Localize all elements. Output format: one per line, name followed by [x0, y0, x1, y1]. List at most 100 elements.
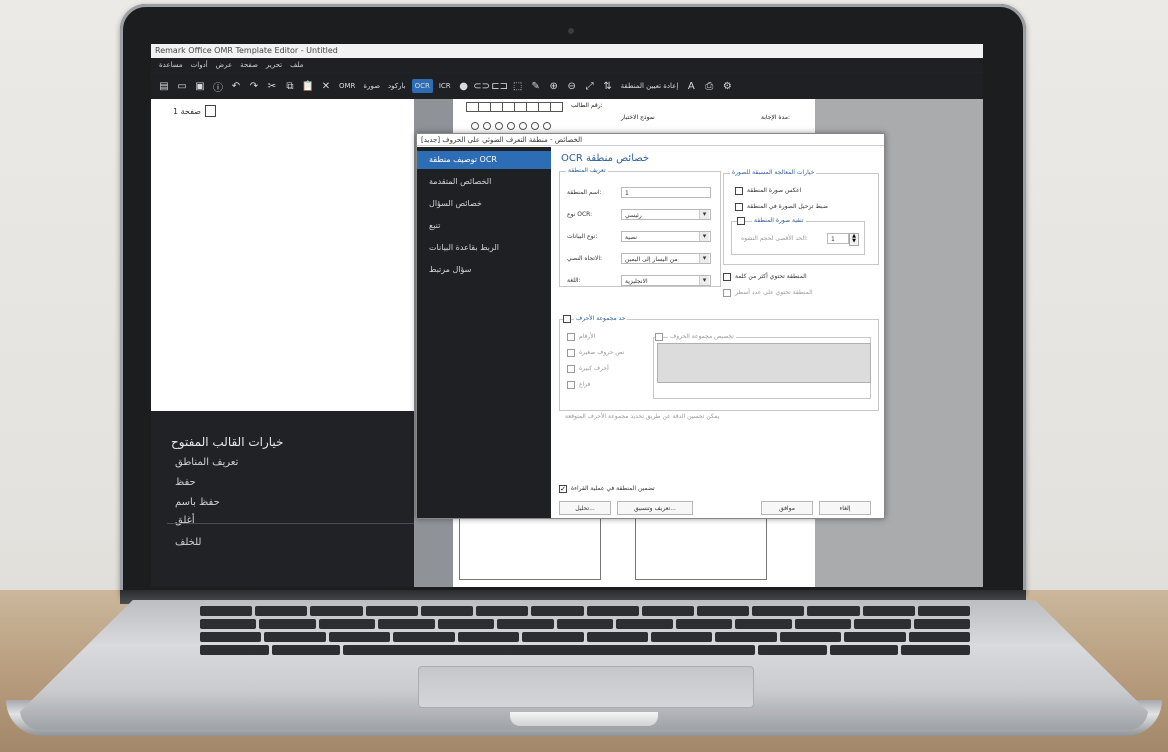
image-group-label: خيارات المعالجة المسبقة للصورة	[730, 169, 817, 176]
answer-box-left	[459, 518, 601, 580]
fit-icon[interactable]: ⤢	[583, 79, 597, 93]
multi-line-checkbox[interactable]	[723, 289, 731, 297]
menu-tools[interactable]: أدوات	[191, 58, 208, 72]
template-options-panel: خيارات القالب المفتوح تعريف المناطق حفظ …	[151, 411, 449, 587]
max-size-label: الحد الأقصى لحجم التشوه:	[741, 235, 808, 242]
sidebar-item-tracking[interactable]: تنبع	[417, 217, 551, 235]
tree-page-label: صفحة 1	[173, 106, 201, 116]
paste-icon[interactable]: 📋	[301, 79, 315, 93]
sidebar-item-database[interactable]: الربط بقاعدة البيانات	[417, 239, 551, 257]
sidebar-item-ocr-region[interactable]: توصيف منطقة OCR	[417, 151, 551, 169]
unlink-icon[interactable]: ⊏⊐	[491, 79, 508, 93]
trackpad	[418, 666, 754, 708]
omr-tool-button[interactable]: OMR	[337, 82, 357, 90]
menu-page[interactable]: صفحة	[240, 58, 258, 72]
region-group-label: تعريف المنطقة	[566, 167, 608, 174]
invert-image-checkbox[interactable]	[735, 187, 743, 195]
camera-icon	[568, 28, 574, 34]
zoom-in-icon[interactable]: ⊕	[547, 79, 561, 93]
close-link[interactable]: أغلق	[175, 515, 195, 526]
toolbar: ▤ ▭ ▣ ⓘ ↶ ↷ ✂ ⧉ 📋 ✕ OMR صورة باركود OCR …	[151, 73, 983, 99]
save-link[interactable]: حفظ	[175, 477, 196, 488]
region-name-label: اسم المنطقة:	[567, 189, 602, 196]
space-checkbox[interactable]	[567, 381, 575, 389]
ok-button[interactable]: موافق	[761, 501, 813, 515]
multi-word-checkbox[interactable]	[723, 273, 731, 281]
deskew-image-label: ضبط ترحيل الصورة في المنطقة	[747, 203, 828, 210]
reset-region-button[interactable]: إعادة تعيين المنطقة	[619, 82, 681, 90]
custom-charset-list[interactable]	[657, 343, 871, 383]
data-type-select[interactable]: نصية	[621, 231, 711, 242]
zoom-out-icon[interactable]: ⊖	[565, 79, 579, 93]
sidebar-item-advanced[interactable]: الخصائص المتقدمة	[417, 173, 551, 191]
menu-help[interactable]: مساعدة	[159, 58, 183, 72]
save-as-link[interactable]: حفظ باسم	[175, 497, 220, 508]
max-size-input[interactable]: 1	[827, 233, 849, 244]
redo-icon[interactable]: ↷	[247, 79, 261, 93]
info-icon[interactable]: ⓘ	[211, 79, 225, 94]
spell-icon[interactable]: A	[684, 79, 698, 93]
laptop-notch	[510, 712, 658, 726]
include-in-read-checkbox[interactable]: ✓	[559, 485, 567, 493]
language-select[interactable]: الانجليزية	[621, 275, 711, 286]
ocr-properties-dialog: الخصائص - منطقة التعرف الضوئي على الحروف…	[416, 133, 885, 519]
include-in-read-label: تضمين المنطقة في عملية القراءة	[571, 485, 655, 492]
sidebar-item-question[interactable]: خصائص السؤال	[417, 195, 551, 213]
define-regions-link[interactable]: تعريف المناطق	[175, 457, 238, 468]
sidebar-item-linked-question[interactable]: سؤال مرتبط	[417, 261, 551, 279]
record-icon[interactable]: ●	[457, 79, 471, 93]
delete-icon[interactable]: ✕	[319, 79, 333, 93]
uppercase-label: أحرف كبيرة	[579, 365, 609, 372]
ocr-type-select[interactable]: رئيسي	[621, 209, 711, 220]
student-number-boxes	[466, 102, 563, 112]
dialog-main: OCR خصائص منطقة تعريف المنطقة اسم المنطق…	[551, 147, 884, 518]
custom-charset-checkbox[interactable]	[655, 333, 663, 341]
analyze-button[interactable]: تحليل...	[559, 501, 611, 515]
separator	[167, 523, 435, 524]
menu-file[interactable]: ملف	[290, 58, 303, 72]
image-tool-button[interactable]: صورة	[361, 82, 382, 90]
deskew-image-checkbox[interactable]	[735, 203, 743, 211]
menu-bar: مساعدة أدوات عرض صفحة تحرير ملف	[151, 58, 983, 72]
sort-icon[interactable]: ⇅	[601, 79, 615, 93]
settings-icon[interactable]: ⚙	[720, 79, 734, 93]
region-icon[interactable]: ⬚	[511, 79, 525, 93]
cut-icon[interactable]: ✂	[265, 79, 279, 93]
keyboard	[199, 606, 971, 662]
charset-checkbox[interactable]	[563, 315, 571, 323]
define-format-button[interactable]: تعريف وتنسيق...	[617, 501, 693, 515]
link-icon[interactable]: ⊂⊃	[473, 79, 490, 93]
answer-period-label: مدة الإجابة:	[761, 114, 790, 121]
lowercase-checkbox[interactable]	[567, 349, 575, 357]
menu-view[interactable]: عرض	[216, 58, 233, 72]
back-link[interactable]: للخلف	[175, 537, 201, 548]
dialog-sidebar: توصيف منطقة OCR الخصائص المتقدمة خصائص ا…	[417, 147, 551, 518]
menu-edit[interactable]: تحرير	[266, 58, 282, 72]
charset-group-label: حد مجموعة الأحرف	[574, 315, 628, 322]
uppercase-checkbox[interactable]	[567, 365, 575, 373]
region-name-input[interactable]: 1	[621, 187, 711, 198]
open-icon[interactable]: ▭	[175, 79, 189, 93]
template-icon[interactable]: ▤	[157, 79, 171, 93]
print-icon[interactable]: ⎙	[702, 79, 716, 93]
save-icon[interactable]: ▣	[193, 79, 207, 93]
text-direction-label: الاتجاه النصي:	[567, 255, 603, 262]
digits-label: الأرقام	[579, 333, 596, 340]
pen-icon[interactable]: ✎	[529, 79, 543, 93]
text-direction-select[interactable]: من اليسار إلى اليمين	[621, 253, 711, 264]
digits-checkbox[interactable]	[567, 333, 575, 341]
language-label: اللغة:	[567, 277, 581, 284]
copy-icon[interactable]: ⧉	[283, 79, 297, 93]
lowercase-label: نص حروف صغيرة	[579, 349, 625, 356]
undo-icon[interactable]: ↶	[229, 79, 243, 93]
window-title: Remark Office OMR Template Editor - Unti…	[151, 44, 983, 58]
tree-item-page[interactable]: صفحة 1	[173, 105, 216, 117]
max-size-spinner[interactable]: ▲ ▼	[849, 233, 859, 246]
ocr-tool-button[interactable]: OCR	[411, 79, 433, 93]
clean-image-checkbox[interactable]	[737, 217, 745, 225]
invert-image-label: اعكس صورة المنطقة	[747, 187, 802, 194]
barcode-tool-button[interactable]: باركود	[386, 82, 408, 90]
icr-tool-button[interactable]: ICR	[437, 82, 453, 90]
multi-word-label: المنطقة تحتوي أكثر من كلمة	[735, 273, 807, 280]
cancel-button[interactable]: إلغاء	[819, 501, 871, 515]
